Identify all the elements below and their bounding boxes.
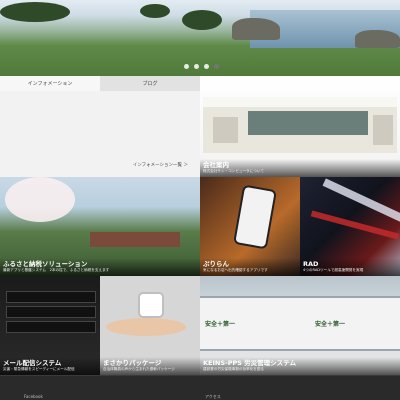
package-cube-icon — [138, 292, 164, 318]
sign-text: 安全＋第一 — [205, 321, 236, 328]
tile-title: メール配信システム — [3, 359, 62, 367]
tile-subtitle: 気になるお店へ出先確認するアプリです — [203, 268, 268, 272]
slide-dot-1[interactable] — [184, 64, 189, 69]
server-rack — [6, 321, 96, 333]
tile-subtitle: 建設業の労災保険事務の効率化を図る — [203, 367, 265, 371]
building-image — [90, 232, 180, 247]
tile-mamakari[interactable]: まさかりパッケージ 自治体職員の声から生まれた基幹パッケージ — [100, 276, 200, 375]
tile-subtitle: 自治体職員の声から生まれた基幹パッケージ — [103, 367, 175, 371]
server-rack — [6, 291, 96, 303]
slide-dot-3[interactable] — [204, 64, 209, 69]
tile-mail[interactable]: メール配信システム 災害・緊急情報をスピーディーにメール配信 — [0, 276, 100, 375]
tile-title: KEINS-PPS 労災管理システム — [203, 359, 296, 367]
tile-title: ぷりらん — [203, 260, 229, 268]
tile-keins[interactable]: 安全＋第一 安全＋第一 KEINS-PPS 労災管理システム 建設業の労災保険事… — [200, 276, 400, 375]
tile-subtitle: 株式会社サン・コンピュータについて — [203, 169, 264, 173]
tile-rad[interactable]: RAD 4つのRADツールで超高速開発を実現 — [300, 177, 400, 276]
tile-caption: RAD 4つのRADツールで超高速開発を実現 — [300, 258, 400, 276]
hero-rock — [232, 18, 280, 40]
server-rack — [6, 306, 96, 318]
hero-trees — [182, 10, 222, 30]
building-image — [203, 97, 397, 153]
tile-caption: ぷりらん 気になるお店へ出先確認するアプリです — [200, 258, 300, 276]
tile-caption: メール配信システム 災害・緊急情報をスピーディーにメール配信 — [0, 357, 100, 375]
tab-blog[interactable]: ブログ — [100, 76, 200, 91]
hero-trees — [140, 4, 170, 18]
hero-rock — [355, 30, 400, 48]
slide-dot-4[interactable] — [214, 64, 219, 69]
tile-title: まさかりパッケージ — [103, 359, 162, 367]
footer-link-access[interactable]: アクセス — [205, 394, 221, 400]
footer-link-facebook[interactable]: Facebook — [24, 394, 43, 399]
tile-company[interactable]: 会社案内 株式会社サン・コンピュータについて — [200, 76, 400, 177]
hero-slideshow[interactable] — [0, 0, 400, 76]
footer: Facebook アクセス — [0, 375, 400, 400]
tile-subtitle: 最新アプリと基盤システム 2本の柱で、ふるさと納税を支えます — [3, 268, 110, 272]
tile-caption: ふるさと納税ソリューション 最新アプリと基盤システム 2本の柱で、ふるさと納税を… — [0, 258, 200, 276]
hero-trees — [0, 2, 70, 22]
tile-title: RAD — [303, 260, 319, 268]
information-list-link[interactable]: インフォメーション一覧 ＞ — [133, 162, 188, 168]
slide-dot-2[interactable] — [194, 64, 199, 69]
tile-title: ふるさと納税ソリューション — [3, 260, 88, 268]
phone-image — [233, 184, 277, 250]
tile-subtitle: 災害・緊急情報をスピーディーにメール配信 — [3, 367, 75, 371]
slide-dots — [184, 64, 219, 69]
tabs: インフォメーション ブログ — [0, 76, 200, 91]
info-panel: インフォメーション ブログ インフォメーション一覧 ＞ — [0, 76, 200, 177]
tile-caption: 会社案内 株式会社サン・コンピュータについて — [200, 159, 400, 177]
tile-purin[interactable]: ぷりらん 気になるお店へ出先確認するアプリです — [200, 177, 300, 276]
blossom-image — [5, 177, 75, 222]
tile-furusato[interactable]: ふるさと納税ソリューション 最新アプリと基盤システム 2本の柱で、ふるさと納税を… — [0, 177, 200, 276]
tile-caption: まさかりパッケージ 自治体職員の声から生まれた基幹パッケージ — [100, 357, 200, 375]
tab-information[interactable]: インフォメーション — [0, 76, 100, 91]
hand-image — [106, 318, 186, 336]
tile-title: 会社案内 — [203, 161, 229, 169]
sign-text: 安全＋第一 — [315, 321, 346, 328]
tile-subtitle: 4つのRADツールで超高速開発を実現 — [303, 268, 364, 272]
tile-caption: KEINS-PPS 労災管理システム 建設業の労災保険事務の効率化を図る — [200, 357, 400, 375]
